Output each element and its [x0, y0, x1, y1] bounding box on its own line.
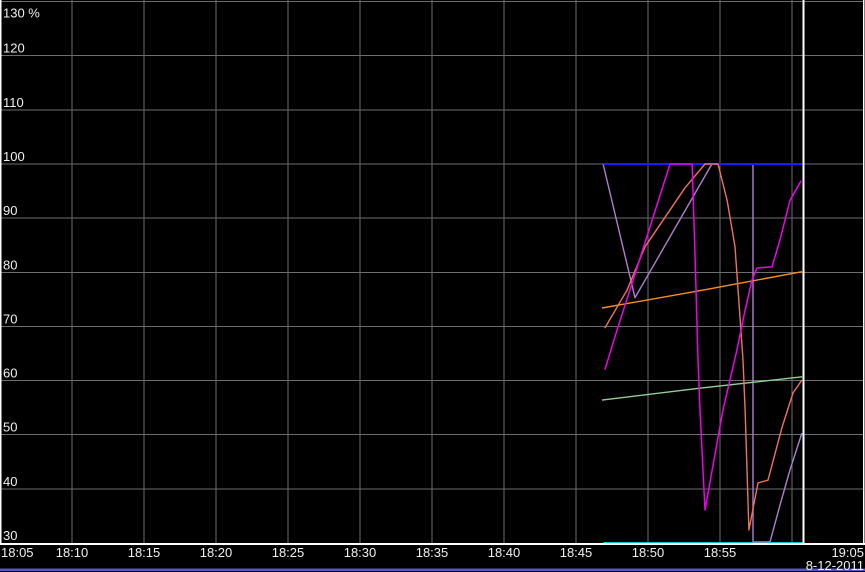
- x-axis-label: 18:45: [560, 545, 593, 560]
- x-axis-label: 18:40: [488, 545, 521, 560]
- x-axis-label: 18:50: [632, 545, 665, 560]
- plot-area[interactable]: [0, 0, 864, 543]
- trend-chart: 130 %1201101009080706050403018:0518:1018…: [0, 0, 865, 572]
- x-axis-label: 18:35: [416, 545, 449, 560]
- x-axis-label: 18:25: [272, 545, 305, 560]
- window-edge-strip: [0, 569, 865, 572]
- x-axis-label: 18:55: [704, 545, 737, 560]
- trend-monitor-window: 130 %1201101009080706050403018:0518:1018…: [0, 0, 865, 572]
- x-axis-label: 18:15: [128, 545, 161, 560]
- x-axis-label: 18:20: [200, 545, 233, 560]
- x-axis-label: 18:05: [1, 545, 34, 560]
- x-axis-label: 18:10: [56, 545, 89, 560]
- date-label: 8-12-2011: [806, 558, 864, 572]
- x-axis-label: 18:30: [344, 545, 377, 560]
